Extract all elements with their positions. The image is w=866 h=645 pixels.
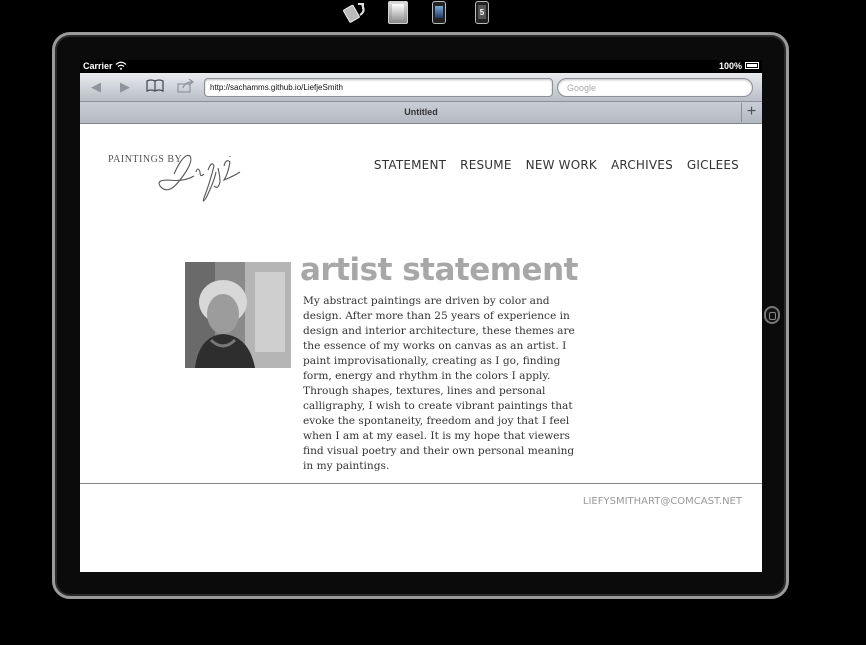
back-arrow-icon[interactable]: ◀: [87, 79, 105, 95]
nav-resume[interactable]: RESUME: [460, 158, 511, 172]
status-bar: Carrier 100%: [80, 60, 762, 73]
browser-toolbar: ◀ ▶ http://sachamms.github.io/LiefjeSmit…: [80, 73, 762, 102]
bookmarks-icon[interactable]: [146, 79, 164, 95]
tab-bar: Untitled +: [80, 102, 762, 124]
ipad-device-icon[interactable]: [386, 0, 410, 24]
web-page: PAINTINGS BY STATEMENT RESUME NEW WORK A…: [80, 124, 762, 572]
address-bar[interactable]: http://sachamms.github.io/LiefjeSmith: [204, 78, 553, 97]
iphone-device-icon[interactable]: [430, 0, 448, 24]
new-tab-button[interactable]: +: [741, 103, 761, 122]
nav-giclees[interactable]: GICLEES: [687, 158, 739, 172]
tab-title[interactable]: Untitled: [80, 107, 762, 117]
wifi-icon: [115, 61, 127, 70]
battery-icon: [745, 62, 759, 69]
carrier-label: Carrier: [83, 61, 113, 71]
battery-percentage: 100%: [718, 61, 742, 71]
search-field[interactable]: Google: [557, 78, 753, 97]
main-navigation: STATEMENT RESUME NEW WORK ARCHIVES GICLE…: [374, 158, 739, 172]
site-logo[interactable]: PAINTINGS BY: [108, 146, 248, 206]
ipad-screen: Carrier 100% ◀ ▶ http://sachamms.github.…: [80, 60, 762, 572]
logo-script-signature: [158, 154, 241, 202]
nav-statement[interactable]: STATEMENT: [374, 158, 446, 172]
forward-arrow-icon[interactable]: ▶: [116, 79, 134, 95]
nav-new-work[interactable]: NEW WORK: [526, 158, 597, 172]
iphone5-device-icon[interactable]: 5: [473, 0, 491, 24]
nav-archives[interactable]: ARCHIVES: [611, 158, 673, 172]
rotate-icon[interactable]: [341, 0, 369, 24]
statement-text: My abstract paintings are driven by colo…: [303, 295, 575, 472]
share-icon[interactable]: [177, 78, 195, 95]
page-title: artist statement: [300, 252, 578, 288]
artist-photo: [185, 262, 291, 368]
footer-email-link[interactable]: LIEFYSMITHART@COMCAST.NET: [583, 496, 742, 507]
footer-divider: [80, 483, 762, 484]
simulator-toolbar: 5: [0, 0, 866, 28]
home-button-icon[interactable]: [764, 306, 780, 324]
